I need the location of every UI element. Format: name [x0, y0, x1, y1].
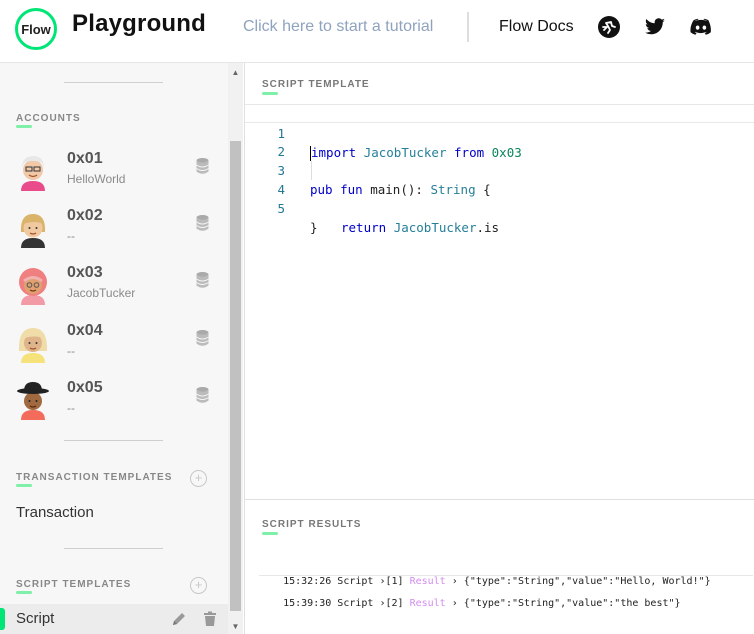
scrollbar-thumb[interactable]: [230, 141, 241, 611]
scroll-down-arrow[interactable]: ▼: [228, 619, 243, 634]
header-divider: [467, 12, 469, 42]
sidebar-scrollbar[interactable]: ▲ ▼: [228, 63, 243, 634]
trash-icon[interactable]: [203, 611, 217, 627]
transaction-template-item[interactable]: Transaction: [16, 504, 94, 521]
result-time: 15:39:30: [283, 598, 332, 609]
flow-docs-link[interactable]: Flow Docs: [499, 18, 574, 36]
add-script-template-button[interactable]: +: [190, 577, 207, 594]
account-item-0x03[interactable]: 0x03 JacobTucker: [0, 259, 228, 311]
accounts-heading-underline: [16, 125, 32, 128]
script-results-heading: SCRIPT RESULTS: [262, 519, 362, 530]
tutorial-link[interactable]: Click here to start a tutorial: [243, 18, 433, 36]
account-address: 0x03: [67, 264, 103, 281]
top-header: Flow Playground Click here to start a tu…: [0, 0, 754, 63]
script-template-underline: [262, 92, 278, 95]
script-results-underline: [262, 532, 278, 535]
transaction-templates-underline: [16, 484, 32, 487]
result-value: {"type":"String","value":"the best"}: [463, 598, 681, 609]
sidebar: ACCOUNTS 0x01 HelloWorld 0x02 -- 0x03 Ja…: [0, 63, 228, 634]
twitter-icon[interactable]: [643, 15, 667, 39]
discord-icon[interactable]: [689, 15, 713, 39]
script-results-panel: SCRIPT RESULTS 15:32:26 Script ›[1] Resu…: [244, 499, 754, 634]
result-tag: Result: [409, 598, 446, 609]
line-number: 5: [277, 201, 285, 216]
script-template-heading: SCRIPT TEMPLATE: [262, 79, 370, 90]
account-item-0x01[interactable]: 0x01 HelloWorld: [0, 145, 228, 197]
account-address: 0x04: [67, 322, 103, 339]
scroll-up-arrow[interactable]: ▲: [228, 65, 243, 80]
avatar: [18, 328, 48, 363]
account-contract-name: JacobTucker: [67, 286, 136, 300]
result-row: 15:32:26 Script ›[1] Result › {"type":"S…: [259, 555, 711, 587]
script-template-label: Script: [16, 610, 55, 627]
code-line: 3 pub fun main(): String {: [245, 142, 754, 197]
script-templates-heading: SCRIPT TEMPLATES: [16, 579, 132, 590]
avatar: [17, 382, 49, 420]
account-item-0x05[interactable]: 0x05 --: [0, 374, 228, 426]
code-text: return JacobTucker.is: [341, 220, 500, 235]
flow-runner-icon[interactable]: [597, 15, 621, 39]
database-icon[interactable]: [195, 214, 210, 232]
app-title: Playground: [72, 10, 207, 37]
code-line: 1 import JacobTucker from 0x03: [245, 104, 754, 161]
accounts-heading: ACCOUNTS: [16, 113, 81, 124]
avatar: [21, 156, 45, 191]
database-icon[interactable]: [195, 386, 210, 404]
transaction-templates-heading: TRANSACTION TEMPLATES: [16, 472, 173, 483]
indent-guide: [311, 161, 312, 180]
result-row: 15:39:30 Script ›[2] Result › {"type":"S…: [259, 577, 680, 609]
database-icon[interactable]: [195, 271, 210, 289]
result-divider: [259, 575, 753, 576]
sidebar-divider: [64, 82, 163, 83]
avatar: [20, 214, 46, 248]
database-icon[interactable]: [195, 329, 210, 347]
account-contract-name: --: [67, 401, 75, 415]
script-template-item[interactable]: Script: [0, 604, 228, 634]
chevron-right-icon: ›: [451, 598, 458, 609]
database-icon[interactable]: [195, 157, 210, 175]
sidebar-divider: [64, 548, 163, 549]
script-templates-underline: [16, 591, 32, 594]
code-line: 4 return JacobTucker.is: [245, 161, 754, 235]
code-line: 5 }: [245, 180, 754, 235]
active-indicator: [0, 608, 5, 630]
sidebar-divider: [64, 440, 163, 441]
account-item-0x02[interactable]: 0x02 --: [0, 202, 228, 254]
script-editor-panel: SCRIPT TEMPLATE 1 import JacobTucker fro…: [244, 63, 754, 499]
account-contract-name: --: [67, 344, 75, 358]
code-text: }: [310, 220, 318, 235]
account-item-0x04[interactable]: 0x04 --: [0, 317, 228, 369]
add-transaction-template-button[interactable]: +: [190, 470, 207, 487]
code-editor[interactable]: 1 import JacobTucker from 0x03 2 3 pub f…: [245, 104, 754, 235]
account-contract-name: HelloWorld: [67, 172, 126, 186]
account-address: 0x05: [67, 379, 103, 396]
account-address: 0x01: [67, 150, 103, 167]
result-index: [2]: [385, 598, 404, 609]
account-contract-name: --: [67, 229, 75, 243]
code-line: 2: [245, 123, 754, 159]
logo-text: Flow: [21, 21, 51, 37]
avatar: [19, 268, 47, 305]
pencil-icon[interactable]: [171, 611, 187, 627]
result-kind: Script: [337, 598, 374, 609]
flow-logo[interactable]: Flow: [15, 8, 57, 50]
account-address: 0x02: [67, 207, 103, 224]
